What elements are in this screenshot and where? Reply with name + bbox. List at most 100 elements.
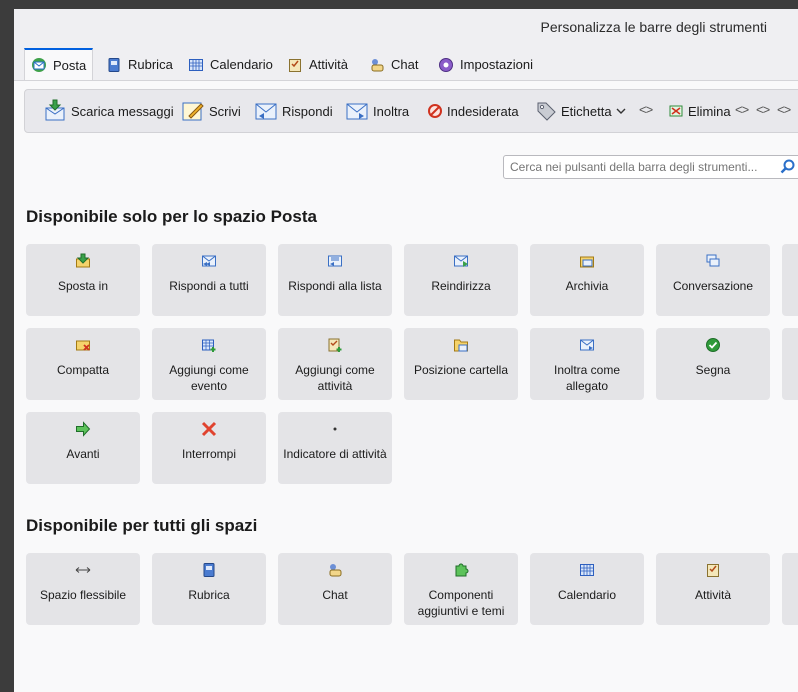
palette-item-folder-location[interactable]: Posizione cartella bbox=[404, 328, 518, 400]
palette-item-address-book[interactable]: Rubrica bbox=[152, 553, 266, 625]
palette-item-stop[interactable]: Interrompi bbox=[152, 412, 266, 484]
palette-item-add-as-event[interactable]: Aggiungi come evento bbox=[152, 328, 266, 400]
toolbar-forward-button[interactable]: Inoltra bbox=[345, 98, 409, 124]
search-icon[interactable] bbox=[780, 159, 796, 175]
reply-list-icon bbox=[327, 253, 343, 269]
section-title-mail-only: Disponibile solo per lo spazio Posta bbox=[26, 207, 317, 226]
palette-item-compact[interactable]: Compatta bbox=[26, 328, 140, 400]
window-title: Personalizza le barre degli strumenti bbox=[540, 19, 767, 35]
toolbar-write-button[interactable]: Scrivi bbox=[181, 98, 241, 124]
activity-indicator-icon bbox=[327, 421, 343, 437]
palette-item-forward-attachment[interactable]: Inoltra come allegato bbox=[530, 328, 644, 400]
tab-posta[interactable]: Posta bbox=[24, 48, 94, 80]
redirect-icon bbox=[453, 253, 469, 269]
toolbar-spacer[interactable]: <> bbox=[639, 102, 653, 117]
mark-icon bbox=[705, 337, 721, 353]
tab-label: Rubrica bbox=[128, 57, 173, 72]
toolbar-get-messages-button[interactable]: Scarica messaggi bbox=[43, 98, 174, 124]
toolbar-junk-button[interactable]: Indesiderata bbox=[427, 98, 519, 124]
palette-item-partial[interactable] bbox=[782, 328, 798, 400]
palette-item-mark[interactable]: Segna bbox=[656, 328, 770, 400]
forward-attachment-icon bbox=[579, 337, 595, 353]
item-label: Indicatore di attività bbox=[283, 447, 387, 461]
address-book-icon bbox=[201, 562, 217, 578]
tasks-icon bbox=[705, 562, 721, 578]
tab-calendario[interactable]: Calendario bbox=[182, 50, 279, 79]
tag-icon bbox=[535, 100, 557, 122]
tab-impostazioni[interactable]: Impostazioni bbox=[432, 50, 539, 79]
toolbar-delete-button[interactable]: Elimina bbox=[668, 98, 731, 124]
item-label: Archivia bbox=[565, 279, 609, 293]
mail-toolbar-preview: Scarica messaggi Scrivi Rispondi Inoltra… bbox=[24, 89, 798, 133]
palette-item-conversation[interactable]: Conversazione bbox=[656, 244, 770, 316]
reply-all-icon bbox=[201, 253, 217, 269]
settings-icon bbox=[438, 57, 454, 73]
palette-item-forward-arrow[interactable]: Avanti bbox=[26, 412, 140, 484]
stop-icon bbox=[201, 421, 217, 437]
space-tabs: Posta Rubrica Calendario Attività Chat I… bbox=[14, 45, 798, 81]
palette-item-reply-list[interactable]: Rispondi alla lista bbox=[278, 244, 392, 316]
toolbar-label: Etichetta bbox=[561, 103, 612, 119]
add-as-event-icon bbox=[201, 337, 217, 353]
palette-item-reply-all[interactable]: Rispondi a tutti bbox=[152, 244, 266, 316]
mail-space-icon bbox=[31, 57, 47, 73]
item-label: Inoltra come allegato bbox=[553, 363, 621, 393]
tab-chat[interactable]: Chat bbox=[363, 50, 424, 79]
calendar-icon bbox=[188, 57, 204, 73]
add-as-task-icon bbox=[327, 337, 343, 353]
toolbar-tag-button[interactable]: Etichetta bbox=[535, 98, 626, 124]
tasks-icon bbox=[287, 57, 303, 73]
palette-item-add-as-task[interactable]: Aggiungi come attività bbox=[278, 328, 392, 400]
section-title-all-spaces: Disponibile per tutti gli spazi bbox=[26, 516, 258, 535]
palette-item-move-to[interactable]: Sposta in bbox=[26, 244, 140, 316]
item-label: Attività bbox=[694, 588, 731, 602]
palette-item-addons[interactable]: Componenti aggiuntivi e temi bbox=[404, 553, 518, 625]
item-label: Segna bbox=[695, 363, 731, 377]
palette-item-partial[interactable] bbox=[782, 553, 798, 625]
item-label: Spazio flessibile bbox=[39, 588, 127, 602]
item-label: Posizione cartella bbox=[413, 363, 509, 377]
toolbar-label: Rispondi bbox=[282, 103, 333, 119]
item-label: Reindirizza bbox=[431, 279, 491, 293]
get-messages-icon bbox=[43, 99, 67, 123]
toolbar-spacer[interactable]: <> bbox=[756, 102, 770, 117]
toolbar-label: Scarica messaggi bbox=[71, 103, 174, 119]
palette-item-chat[interactable]: Chat bbox=[278, 553, 392, 625]
item-label: Avanti bbox=[66, 447, 100, 461]
address-book-icon bbox=[106, 57, 122, 73]
customize-toolbar-window: Personalizza le barre degli strumenti Po… bbox=[14, 9, 798, 692]
conversation-icon bbox=[705, 253, 721, 269]
toolbar-label: Scrivi bbox=[209, 103, 241, 119]
title-bar: Personalizza le barre degli strumenti bbox=[14, 9, 798, 45]
search-input[interactable] bbox=[503, 155, 798, 179]
item-label: Rubrica bbox=[188, 588, 230, 602]
toolbar-spacer[interactable]: <> bbox=[735, 102, 749, 117]
flexible-space-icon bbox=[75, 562, 91, 578]
palette-item-calendar[interactable]: Calendario bbox=[530, 553, 644, 625]
tab-label: Impostazioni bbox=[460, 57, 533, 72]
toolbar-spacer[interactable]: <> bbox=[777, 102, 791, 117]
folder-location-icon bbox=[453, 337, 469, 353]
toolbar-reply-button[interactable]: Rispondi bbox=[254, 98, 333, 124]
palette-item-partial[interactable] bbox=[782, 244, 798, 316]
toolbar-label: Indesiderata bbox=[447, 103, 519, 119]
palette-item-archive[interactable]: Archivia bbox=[530, 244, 644, 316]
chat-icon bbox=[327, 562, 343, 578]
calendar-icon bbox=[579, 562, 595, 578]
delete-icon bbox=[668, 103, 684, 119]
forward-arrow-icon bbox=[75, 421, 91, 437]
item-label: Compatta bbox=[56, 363, 110, 377]
palette-item-tasks[interactable]: Attività bbox=[656, 553, 770, 625]
addons-icon bbox=[453, 562, 469, 578]
item-label: Calendario bbox=[557, 588, 617, 602]
palette-item-activity-indicator[interactable]: Indicatore di attività bbox=[278, 412, 392, 484]
tab-label: Posta bbox=[53, 57, 87, 73]
tab-rubrica[interactable]: Rubrica bbox=[100, 50, 179, 79]
item-label: Sposta in bbox=[57, 279, 109, 293]
palette-item-redirect[interactable]: Reindirizza bbox=[404, 244, 518, 316]
item-label: Aggiungi come attività bbox=[295, 363, 375, 393]
item-label: Interrompi bbox=[181, 447, 237, 461]
tab-attivita[interactable]: Attività bbox=[281, 50, 354, 79]
reply-icon bbox=[254, 99, 278, 123]
palette-item-flexible-space[interactable]: Spazio flessibile bbox=[26, 553, 140, 625]
